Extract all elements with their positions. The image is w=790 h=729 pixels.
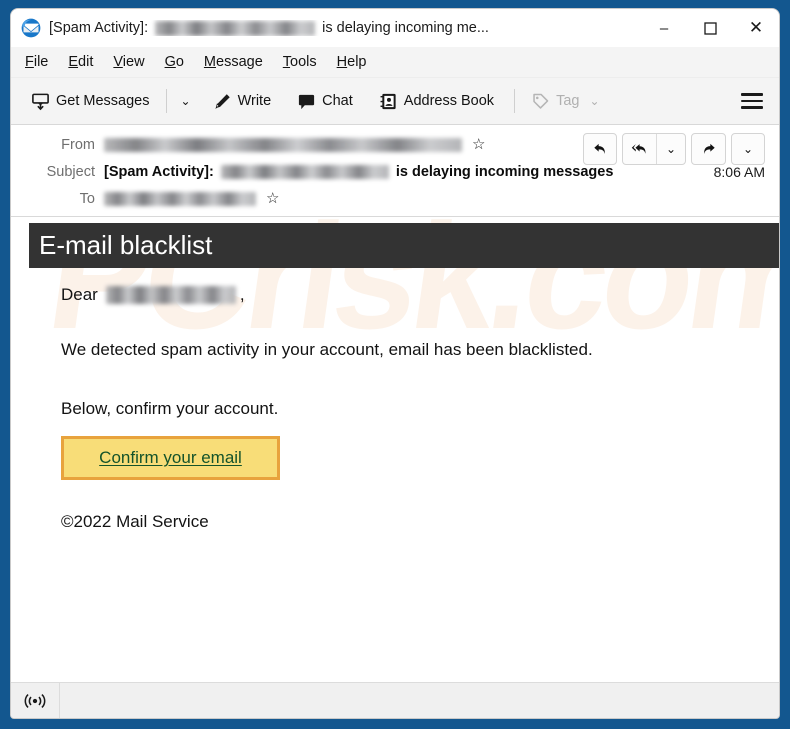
- toolbar-separator-1: [165, 89, 167, 113]
- subject-value: [Spam Activity]: is delaying incoming me…: [104, 164, 613, 180]
- forward-icon: [703, 143, 715, 154]
- get-messages-dropdown[interactable]: ⌄: [175, 90, 197, 112]
- window-title-suffix: is delaying incoming me...: [322, 20, 489, 36]
- message-time: 8:06 AM: [713, 163, 765, 180]
- menu-accesskey-view: V: [113, 54, 123, 70]
- broadcast-online-icon: [24, 693, 46, 708]
- menu-accesskey-file: F: [25, 54, 34, 70]
- menu-label-file: ile: [33, 54, 49, 70]
- chat-label: Chat: [322, 93, 353, 109]
- menu-label-view: iew: [122, 54, 145, 70]
- window-controls: – ✕: [641, 9, 779, 47]
- window-client-area: [Spam Activity]: is delaying incoming me…: [10, 8, 780, 719]
- menu-item-message[interactable]: Message: [204, 54, 263, 70]
- confirm-email-button[interactable]: Confirm your email: [61, 436, 280, 481]
- menu-item-edit[interactable]: Edit: [68, 54, 93, 70]
- pencil-icon: [215, 93, 230, 109]
- main-toolbar: Get Messages ⌄ Write Chat Address Book T…: [11, 78, 779, 125]
- greeting-line: Dear ,: [11, 284, 779, 306]
- greeting-suffix: ,: [239, 285, 245, 304]
- inbox-download-icon: [32, 93, 49, 110]
- hamburger-line-2: [741, 99, 763, 103]
- redacted-to-address: [104, 191, 256, 206]
- menu-item-file[interactable]: File: [25, 54, 48, 70]
- close-button[interactable]: ✕: [733, 9, 779, 47]
- more-actions-dropdown[interactable]: ⌄: [731, 133, 765, 165]
- message-action-buttons: ⌄ ⌄: [583, 133, 765, 165]
- from-star-icon[interactable]: ☆: [472, 137, 485, 152]
- thunderbird-window: [Spam Activity]: is delaying incoming me…: [0, 0, 790, 729]
- toolbar-separator-2: [514, 89, 516, 113]
- write-button[interactable]: Write: [205, 88, 280, 115]
- address-book-button[interactable]: Address Book: [371, 88, 502, 115]
- get-messages-button[interactable]: Get Messages: [23, 88, 158, 115]
- from-label: From: [61, 136, 95, 153]
- address-book-label: Address Book: [403, 93, 495, 109]
- greeting-prefix: Dear: [61, 285, 98, 304]
- to-star-icon[interactable]: ☆: [266, 191, 279, 206]
- status-bar: [11, 682, 779, 718]
- reply-all-button[interactable]: [623, 134, 656, 164]
- menu-label-message: essage: [216, 54, 263, 70]
- menu-item-go[interactable]: Go: [165, 54, 184, 70]
- title-bar: [Spam Activity]: is delaying incoming me…: [11, 9, 779, 47]
- to-label: To: [79, 190, 95, 207]
- redacted-recipient-name: [105, 286, 236, 305]
- tag-button[interactable]: Tag ⌄: [523, 88, 607, 115]
- email-paragraph-1: We detected spam activity in your accoun…: [61, 340, 593, 360]
- maximize-button[interactable]: [687, 9, 733, 47]
- menu-accesskey-message: M: [203, 54, 217, 70]
- email-banner-title: E-mail blacklist: [39, 230, 213, 260]
- tag-dropdown-chevron[interactable]: ⌄: [585, 94, 599, 108]
- confirm-email-label: Confirm your email: [99, 448, 242, 468]
- tag-icon: [533, 93, 549, 109]
- window-title: [Spam Activity]: is delaying incoming me…: [49, 20, 489, 36]
- reply-button[interactable]: [583, 133, 617, 165]
- email-paragraph-2: Below, confirm your account.: [61, 399, 279, 419]
- subject-label: Subject: [46, 163, 95, 180]
- forward-group: [691, 133, 726, 165]
- menu-item-view[interactable]: View: [113, 54, 144, 70]
- window-title-prefix: [Spam Activity]:: [49, 20, 149, 36]
- menu-accesskey-tools: T: [282, 54, 291, 70]
- tag-label: Tag: [556, 93, 580, 109]
- reply-all-icon: [631, 144, 646, 154]
- menu-accesskey-go: G: [164, 54, 176, 70]
- contact-card-icon: [380, 93, 396, 109]
- email-body-pane: PCrisk.com E-mail blacklist Dear , We de…: [11, 217, 779, 626]
- menu-label-help: elp: [347, 54, 367, 70]
- maximize-icon: [703, 21, 717, 35]
- minimize-button[interactable]: –: [641, 9, 687, 47]
- write-label: Write: [237, 93, 272, 109]
- redacted-sender-title: [155, 20, 316, 36]
- reply-all-dropdown[interactable]: ⌄: [656, 134, 685, 164]
- reply-all-group: ⌄: [622, 133, 686, 165]
- online-status-cell[interactable]: [11, 683, 60, 718]
- hamburger-line-1: [741, 93, 763, 96]
- subject-prefix: [Spam Activity]:: [104, 163, 214, 180]
- hamburger-line-3: [741, 106, 763, 109]
- forward-button[interactable]: [692, 134, 725, 164]
- menu-accesskey-edit: E: [68, 54, 79, 70]
- reply-icon: [594, 143, 605, 154]
- menu-accesskey-help: H: [336, 54, 348, 70]
- get-messages-label: Get Messages: [56, 93, 150, 109]
- redacted-subject-address: [220, 164, 389, 179]
- menu-label-go: o: [175, 54, 184, 70]
- chat-button[interactable]: Chat: [289, 88, 361, 115]
- menu-bar: File Edit View Go Message Tools Help: [11, 47, 779, 78]
- subject-suffix: is delaying incoming messages: [395, 163, 614, 180]
- speech-bubble-icon: [299, 94, 315, 109]
- email-banner: E-mail blacklist: [29, 223, 779, 268]
- email-footer: ©2022 Mail Service: [61, 512, 209, 532]
- redacted-from-address: [104, 137, 462, 152]
- message-header-pane: From ☆ Subject [Spam Activity]: is delay…: [11, 125, 779, 217]
- menu-item-help[interactable]: Help: [337, 54, 367, 70]
- thunderbird-icon: [21, 18, 41, 38]
- menu-item-tools[interactable]: Tools: [283, 54, 317, 70]
- to-row: To ☆: [11, 185, 779, 212]
- menu-label-edit: dit: [78, 54, 94, 70]
- menu-label-tools: ools: [290, 54, 317, 70]
- app-menu-button[interactable]: [741, 93, 763, 109]
